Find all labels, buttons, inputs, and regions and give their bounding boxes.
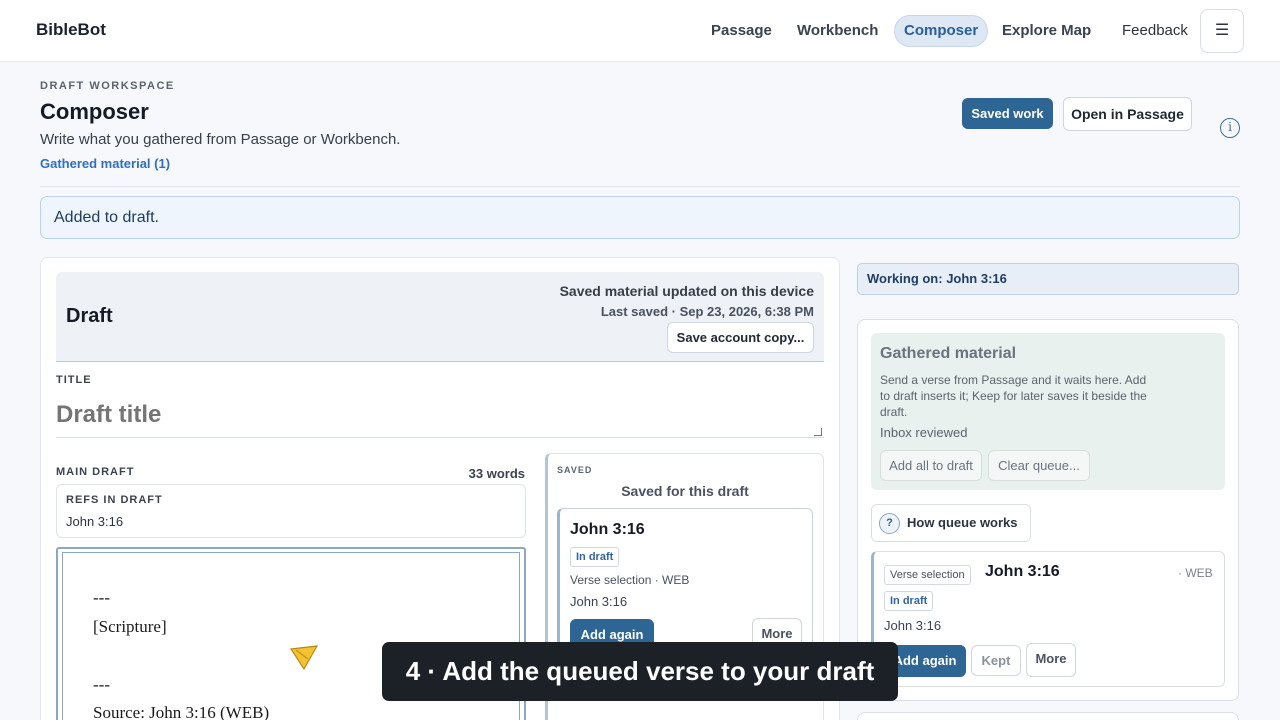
status-toast: Added to draft. — [40, 196, 1240, 239]
queue-more-button[interactable]: More — [1026, 643, 1076, 677]
word-count: 33 words — [468, 466, 525, 481]
top-nav: BibleBot Passage Workbench Composer Expl… — [0, 0, 1280, 62]
draft-title-input[interactable] — [56, 392, 824, 438]
gathered-material-link[interactable]: Gathered material (1) — [40, 156, 170, 171]
add-all-to-draft-button[interactable]: Add all to draft — [880, 450, 982, 481]
saved-eyebrow: SAVED — [557, 465, 593, 475]
nav-workbench[interactable]: Workbench — [788, 15, 887, 47]
draft-heading: Draft — [66, 305, 113, 327]
editor-line: --- — [93, 588, 110, 607]
help-icon: ? — [879, 513, 900, 534]
refs-in-draft-box — [56, 484, 526, 538]
in-draft-badge: In draft — [884, 591, 934, 611]
menu-button[interactable]: ☰ — [1200, 9, 1244, 53]
nav-composer[interactable]: Composer — [894, 15, 989, 47]
saved-card-reference: John 3:16 — [570, 521, 645, 538]
queue-card-ref-small: John 3:16 — [884, 618, 942, 633]
editor-line: --- — [93, 675, 110, 694]
nav-feedback[interactable]: Feedback — [1122, 22, 1188, 39]
pointer-cursor-icon — [290, 645, 319, 671]
save-account-copy-button[interactable]: Save account copy... — [667, 322, 814, 353]
refs-value[interactable]: John 3:16 — [66, 514, 123, 529]
inbox-reviewed-status: Inbox reviewed — [880, 425, 968, 440]
title-label: TITLE — [56, 374, 92, 386]
saved-card-ref-small: John 3:16 — [570, 594, 628, 609]
clear-queue-button[interactable]: Clear queue... — [988, 450, 1090, 481]
last-saved-timestamp: Last saved · Sep 23, 2026, 6:38 PM — [600, 304, 814, 319]
gathered-title: Gathered material — [880, 345, 1017, 362]
translation-tag: · WEB — [1178, 566, 1213, 580]
saved-panel-title: Saved for this draft — [621, 483, 749, 499]
page-title: Composer — [40, 99, 149, 124]
resize-handle[interactable] — [814, 428, 822, 436]
header-divider — [40, 186, 1240, 187]
info-icon[interactable]: i — [1220, 118, 1240, 138]
nav-explore-map[interactable]: Explore Map — [993, 15, 1100, 47]
editor-line: Source: John 3:16 (WEB) — [93, 703, 270, 720]
saved-status: Saved material updated on this device — [559, 283, 814, 299]
gathered-description: Send a verse from Passage and it waits h… — [880, 373, 1147, 419]
queue-card-reference: John 3:16 — [985, 563, 1060, 580]
main-draft-label: MAIN DRAFT — [56, 466, 135, 478]
brand-logo[interactable]: BibleBot — [36, 20, 106, 40]
kept-button[interactable]: Kept — [971, 645, 1021, 676]
open-in-passage-button[interactable]: Open in Passage — [1063, 97, 1192, 131]
page-subtitle: Write what you gathered from Passage or … — [40, 131, 401, 148]
nav-passage[interactable]: Passage — [702, 15, 781, 47]
next-panel-edge — [857, 712, 1239, 720]
in-draft-badge: In draft — [570, 547, 620, 567]
how-queue-label: How queue works — [907, 515, 1018, 530]
saved-card-meta: Verse selection · WEB — [570, 573, 690, 587]
page-eyebrow: DRAFT WORKSPACE — [40, 80, 175, 92]
verse-selection-badge: Verse selection — [884, 565, 971, 585]
refs-label: REFS IN DRAFT — [66, 494, 163, 506]
editor-line: [Scripture] — [93, 617, 167, 636]
hamburger-icon: ☰ — [1214, 22, 1230, 39]
tutorial-caption: 4 · Add the queued verse to your draft — [382, 642, 898, 701]
saved-work-button[interactable]: Saved work — [962, 98, 1053, 129]
working-on-banner: Working on: John 3:16 — [857, 263, 1239, 295]
